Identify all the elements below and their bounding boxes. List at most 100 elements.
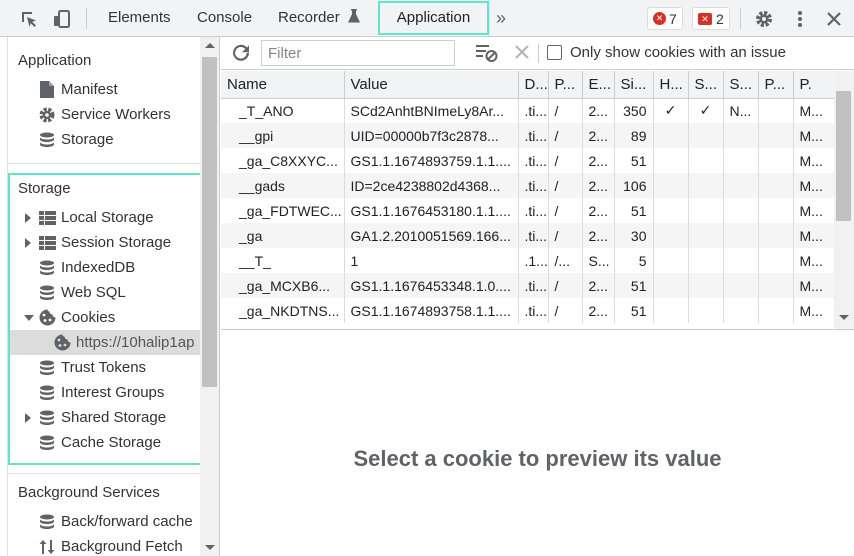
column-header-domain[interactable]: D... — [518, 71, 549, 99]
table-cell: M... — [793, 98, 835, 123]
table-cell: __gpi — [221, 123, 345, 148]
table-row[interactable]: _ga_C8XXYC... GS1.1.1674893759.1.1.... .ti… — [221, 148, 835, 173]
column-header-httponly[interactable]: H... — [653, 71, 689, 99]
table-cell: GS1.1.1676453348.1.0.... — [344, 273, 519, 298]
column-header-samesite[interactable]: S... — [723, 71, 759, 99]
table-cell: / — [548, 173, 583, 198]
table-cell — [653, 273, 689, 298]
table-cell: / — [548, 198, 583, 223]
table-row[interactable]: __T_ 1.1.../... S... 5 M... — [221, 248, 835, 273]
table-cell — [653, 198, 689, 223]
column-header-partition-key[interactable]: P... — [758, 71, 794, 99]
table-cell: 51 — [614, 198, 654, 223]
table-cell — [688, 223, 724, 248]
more-tabs-button[interactable]: » — [496, 0, 506, 36]
devtools-tab-bar: Elements Console Recorder Application » … — [0, 0, 854, 37]
table-cell: / — [548, 98, 583, 123]
preview-placeholder-text: Select a cookie to preview its value — [353, 446, 722, 471]
table-cell — [723, 198, 759, 223]
table-cell: .ti... — [518, 298, 549, 323]
table-row[interactable]: _ga_MCXB6... GS1.1.1676453348.1.0.... .ti.… — [221, 273, 835, 298]
table-cell: 350 — [614, 98, 654, 123]
table-cell — [758, 248, 794, 273]
table-cell — [688, 273, 724, 298]
table-scrollbar-thumb[interactable] — [836, 91, 851, 221]
table-row[interactable]: _ga GA1.2.2010051569.166... .ti.../2... 30 M… — [221, 223, 835, 248]
column-header-path[interactable]: P... — [548, 71, 583, 99]
document-icon — [38, 81, 56, 99]
scroll-down-arrow-icon[interactable] — [205, 545, 215, 550]
error-count: 7 — [669, 10, 677, 27]
table-cell: 51 — [614, 298, 654, 323]
tab-recorder[interactable]: Recorder — [278, 0, 360, 36]
sidebar-item-label: Background Fetch — [61, 538, 183, 555]
table-cell — [653, 148, 689, 173]
settings-gear-icon[interactable] — [753, 8, 775, 30]
error-count-badge[interactable]: ✕ 7 — [647, 7, 683, 30]
table-cell: GS1.1.1676453180.1.1.... — [344, 198, 519, 223]
table-cell — [758, 98, 794, 123]
table-cell — [758, 148, 794, 173]
table-cell: .1... — [518, 248, 549, 273]
table-cell — [758, 298, 794, 323]
column-header-secure[interactable]: S... — [688, 71, 724, 99]
column-header-name[interactable]: Name — [221, 71, 345, 99]
delete-selected-icon[interactable] — [515, 45, 529, 62]
table-cell: SCd2AnhtBNImeLy8Ar... — [344, 98, 519, 123]
table-cell: M... — [793, 248, 835, 273]
table-cell — [758, 123, 794, 148]
table-header-row: Name Value D... P... E... Si... H... S..… — [221, 71, 835, 99]
refresh-icon[interactable] — [231, 43, 251, 66]
only-issues-checkbox[interactable] — [547, 45, 562, 60]
table-cell: _T_ANO — [221, 98, 345, 123]
sidebar-item-label: Manifest — [61, 81, 118, 98]
application-sidebar: Application Manifest Service Workers Sto… — [0, 37, 220, 556]
cookies-table: Name Value D... P... E... Si... H... S..… — [221, 71, 835, 323]
kebab-menu-icon[interactable] — [789, 8, 811, 30]
cookie-filter-input[interactable] — [261, 40, 455, 66]
table-row[interactable]: _T_ANO SCd2AnhtBNImeLy8Ar... .ti.../2... 35… — [221, 98, 835, 123]
table-cell: 1 — [344, 248, 519, 273]
table-cell — [688, 298, 724, 323]
storage-highlight-box — [8, 173, 208, 465]
table-cell: __T_ — [221, 248, 345, 273]
tab-console[interactable]: Console — [197, 0, 252, 36]
table-row[interactable]: __gpi UID=00000b7f3c2878... .ti.../2... 89 M… — [221, 123, 835, 148]
table-cell — [723, 123, 759, 148]
tab-elements[interactable]: Elements — [108, 0, 171, 36]
column-header-priority[interactable]: P. — [793, 71, 835, 99]
clear-filtered-cookies-icon[interactable] — [476, 43, 498, 66]
table-cell: GS1.1.1674893759.1.1.... — [344, 148, 519, 173]
sidebar-scrollbar-thumb[interactable] — [202, 57, 217, 387]
flask-icon — [347, 1, 360, 37]
scroll-up-arrow-icon[interactable] — [205, 43, 215, 48]
sidebar-item-background-fetch[interactable]: Background Fetch — [8, 534, 200, 556]
column-header-size[interactable]: Si... — [614, 71, 654, 99]
sidebar-item-manifest[interactable]: Manifest — [8, 77, 200, 102]
column-header-value[interactable]: Value — [344, 71, 519, 99]
table-cell: 2... — [582, 173, 615, 198]
table-row[interactable]: _ga_FDTWEC... GS1.1.1676453180.1.1.... .ti… — [221, 198, 835, 223]
column-header-expires[interactable]: E... — [582, 71, 615, 99]
table-scroll-down-arrow-icon[interactable] — [839, 315, 849, 320]
table-cell — [758, 223, 794, 248]
inspect-element-icon[interactable] — [18, 8, 40, 30]
table-row[interactable]: _ga_NKDTNS... GS1.1.1674893758.1.1.... .ti… — [221, 298, 835, 323]
table-cell: ✓ — [653, 98, 689, 123]
table-cell: .ti... — [518, 98, 549, 123]
table-cell — [723, 273, 759, 298]
application-section-title: Application — [18, 52, 92, 69]
device-toolbar-icon[interactable] — [51, 8, 73, 30]
tab-application[interactable]: Application — [378, 1, 489, 35]
table-cell — [688, 248, 724, 273]
close-devtools-icon[interactable] — [823, 8, 845, 30]
table-cell — [653, 173, 689, 198]
cookies-toolbar: Only show cookies with an issue — [221, 37, 854, 70]
sidebar-item-storage-overview[interactable]: Storage — [8, 127, 200, 152]
table-cell: / — [548, 223, 583, 248]
issues-count-badge[interactable]: ✕ 2 — [692, 7, 730, 30]
table-cell: ✓ — [688, 98, 724, 123]
sidebar-item-service-workers[interactable]: Service Workers — [8, 102, 200, 127]
sidebar-item-back-forward-cache[interactable]: Back/forward cache — [8, 509, 200, 534]
table-row[interactable]: __gads ID=2ce4238802d4368... .ti.../2... 10… — [221, 173, 835, 198]
